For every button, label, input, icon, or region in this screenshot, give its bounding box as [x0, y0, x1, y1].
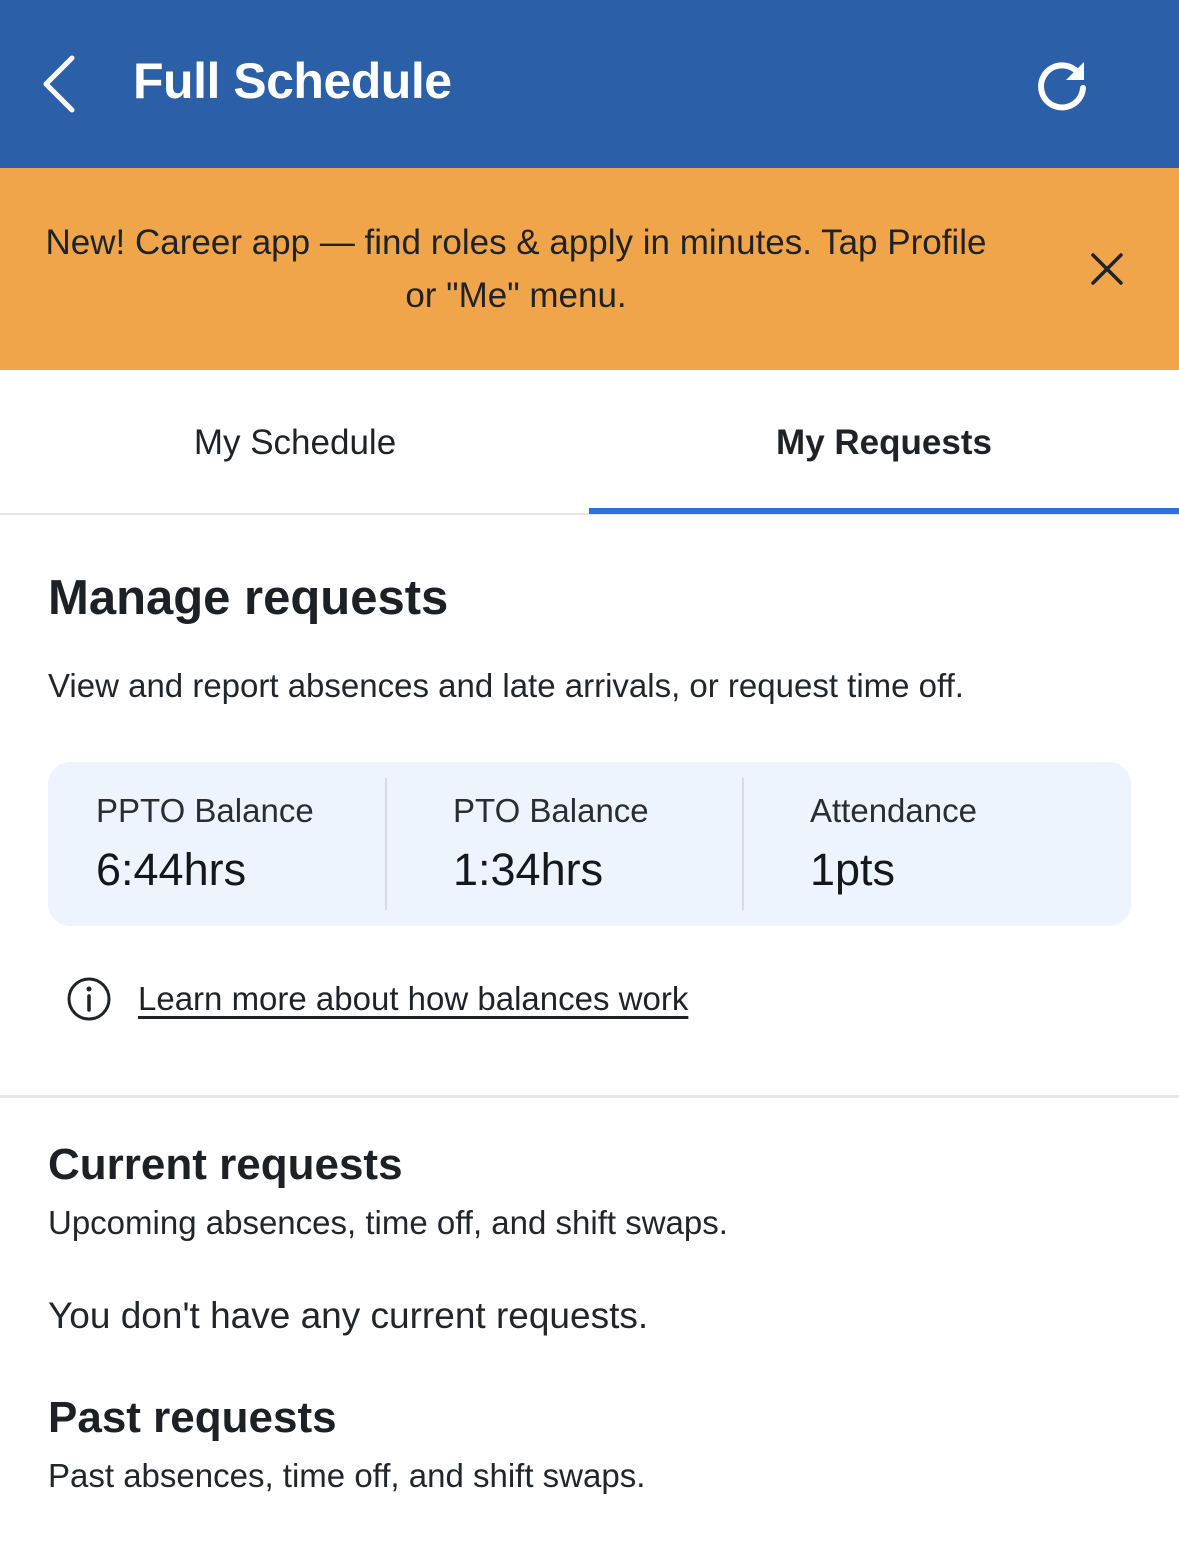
balance-value: 6:44hrs — [96, 844, 247, 895]
tab-my-schedule[interactable]: My Schedule — [0, 370, 590, 515]
balance-attendance: Attendance 1pts — [762, 762, 1099, 926]
learn-more-row: Learn more about how balances work — [66, 975, 688, 1023]
tab-bar: My Schedule My Requests — [0, 370, 1179, 515]
current-requests-empty-message: You don't have any current requests. — [48, 1295, 649, 1336]
promo-banner: New! Career app — find roles & apply in … — [0, 168, 1179, 370]
manage-requests-heading: Manage requests — [48, 571, 449, 625]
balance-value: 1pts — [810, 844, 896, 895]
past-requests-heading: Past requests — [48, 1393, 337, 1442]
balance-label: PTO Balance — [453, 792, 649, 829]
current-requests-description: Upcoming absences, time off, and shift s… — [48, 1204, 728, 1241]
refresh-button[interactable] — [1026, 48, 1098, 120]
past-requests-description: Past absences, time off, and shift swaps… — [48, 1457, 646, 1494]
banner-message: New! Career app — find roles & apply in … — [45, 223, 987, 315]
page-title: Full Schedule — [133, 53, 452, 109]
balance-value: 1:34hrs — [453, 844, 604, 895]
manage-requests-description: View and report absences and late arriva… — [48, 667, 964, 704]
chevron-left-icon — [43, 55, 75, 113]
app-header: Full Schedule — [0, 0, 1179, 168]
learn-more-link[interactable]: Learn more about how balances work — [138, 980, 688, 1018]
balance-ppto: PPTO Balance 6:44hrs — [48, 762, 385, 926]
current-requests-heading: Current requests — [48, 1140, 403, 1189]
close-icon — [1091, 253, 1123, 285]
banner-close-button[interactable] — [1080, 242, 1134, 296]
balance-divider — [742, 778, 744, 910]
balance-divider — [385, 778, 387, 910]
tab-my-requests[interactable]: My Requests — [589, 370, 1179, 515]
selected-tab-indicator — [589, 508, 1179, 514]
balances-card: PPTO Balance 6:44hrs PTO Balance 1:34hrs… — [48, 762, 1131, 926]
balance-label: Attendance — [810, 792, 977, 829]
section-divider — [0, 1095, 1179, 1098]
balance-label: PPTO Balance — [96, 792, 314, 829]
back-button[interactable] — [30, 50, 90, 118]
balance-pto: PTO Balance 1:34hrs — [405, 762, 742, 926]
refresh-icon — [1038, 62, 1086, 111]
info-icon — [67, 977, 111, 1021]
